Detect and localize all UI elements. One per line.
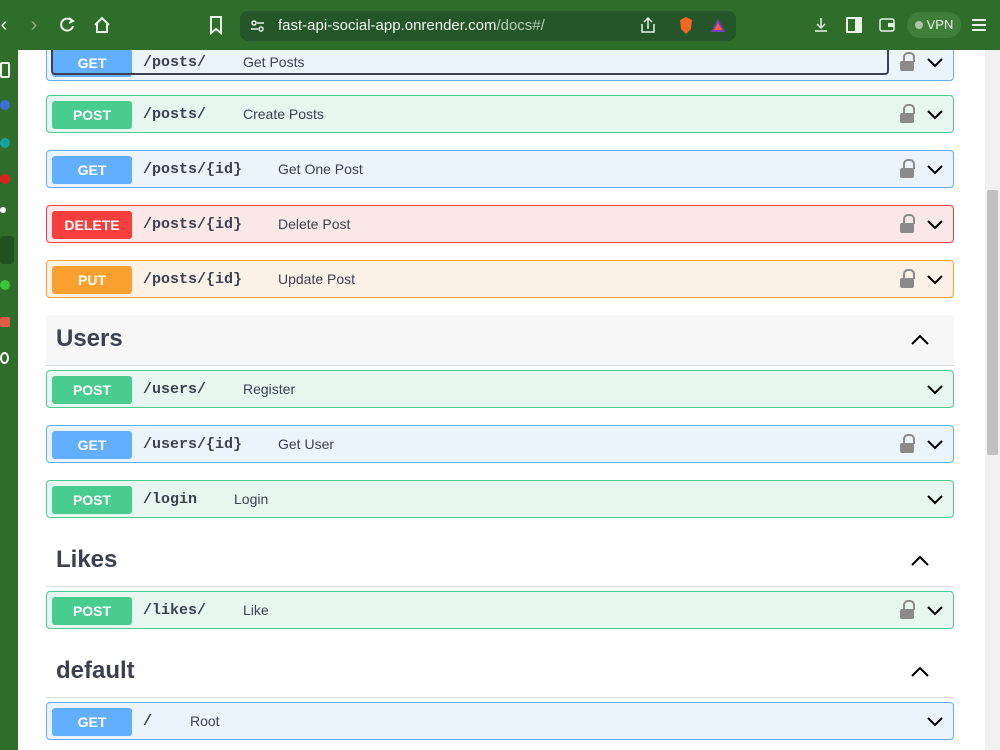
- tag-section-likes[interactable]: Likes: [46, 536, 954, 587]
- tag-title: Likes: [56, 546, 118, 573]
- endpoint-path: /posts/{id}: [143, 161, 243, 178]
- dock-item[interactable]: [0, 207, 6, 213]
- tag-title: default: [56, 657, 135, 684]
- operation-get[interactable]: GET / Root: [46, 702, 954, 740]
- endpoint-path: /posts/{id}: [143, 271, 243, 288]
- tag-section-users[interactable]: Users: [46, 315, 954, 366]
- lock-icon[interactable]: [900, 52, 916, 72]
- reload-icon[interactable]: [55, 13, 79, 37]
- url-host: fast-api-social-app.onrender.com: [278, 17, 497, 34]
- chevron-up-icon[interactable]: [909, 550, 931, 572]
- endpoint-path: /posts/: [143, 54, 207, 71]
- chevron-up-icon[interactable]: [909, 329, 931, 351]
- chevron-up-icon[interactable]: [909, 661, 931, 683]
- tag-title: Users: [56, 325, 123, 352]
- lock-icon[interactable]: [900, 600, 916, 620]
- method-badge: GET: [52, 50, 132, 77]
- endpoint-path: /likes/: [143, 602, 207, 619]
- endpoint-path: /: [143, 713, 153, 730]
- lock-icon[interactable]: [900, 159, 916, 179]
- dock-item[interactable]: [0, 174, 10, 184]
- endpoint-path: /posts/{id}: [143, 216, 243, 233]
- endpoint-path: /users/{id}: [143, 436, 243, 453]
- rewards-icon[interactable]: [706, 14, 730, 38]
- sidebar-icon[interactable]: [842, 13, 866, 37]
- operation-get[interactable]: GET/users/{id} Get User: [46, 425, 954, 463]
- tag-section-default[interactable]: default: [46, 647, 954, 698]
- share-icon[interactable]: [636, 14, 660, 38]
- endpoint-path: /posts/: [143, 106, 207, 123]
- endpoint-summary: Update Post: [278, 271, 356, 287]
- method-badge: POST: [52, 376, 132, 404]
- vpn-status-icon: [914, 21, 923, 29]
- browser-toolbar: ‹ › fast-api-social-app.onrender.com/doc…: [0, 0, 1000, 50]
- endpoint-summary: Get One Post: [278, 161, 363, 177]
- chevron-down-icon[interactable]: [925, 52, 945, 72]
- chevron-down-icon[interactable]: [925, 379, 945, 399]
- lock-icon[interactable]: [900, 434, 916, 454]
- endpoint-summary: Root: [190, 713, 220, 729]
- operation-get[interactable]: GET/posts/Get Posts: [46, 50, 954, 81]
- address-bar[interactable]: fast-api-social-app.onrender.com/docs#/: [240, 11, 736, 41]
- endpoint-summary: Delete Post: [278, 216, 351, 232]
- chevron-down-icon[interactable]: [925, 214, 945, 234]
- method-badge: GET: [52, 156, 132, 184]
- side-dock: [0, 50, 18, 750]
- site-info-icon[interactable]: [246, 14, 270, 38]
- dock-item[interactable]: [0, 280, 10, 290]
- menu-icon[interactable]: [967, 13, 991, 37]
- dock-item-active[interactable]: [0, 236, 14, 264]
- lock-icon[interactable]: [900, 269, 916, 289]
- method-badge: GET: [52, 431, 132, 459]
- endpoint-summary: Get User: [278, 436, 335, 452]
- method-badge: PUT: [52, 266, 132, 294]
- vpn-label: VPN: [926, 17, 954, 32]
- vpn-button[interactable]: VPN: [907, 12, 961, 38]
- chevron-down-icon[interactable]: [925, 159, 945, 179]
- chevron-down-icon[interactable]: [925, 489, 945, 509]
- dock-item[interactable]: [0, 352, 9, 364]
- endpoint-summary: Create Posts: [243, 106, 324, 122]
- download-icon[interactable]: [809, 13, 833, 37]
- method-badge: DELETE: [52, 211, 132, 239]
- operation-post[interactable]: POST/users/Register: [46, 370, 954, 408]
- endpoint-summary: Like: [243, 602, 269, 618]
- dock-item[interactable]: [0, 100, 10, 110]
- method-badge: POST: [52, 597, 132, 625]
- dock-item[interactable]: [0, 62, 10, 78]
- forward-icon[interactable]: ›: [22, 13, 46, 37]
- chevron-down-icon[interactable]: [925, 600, 945, 620]
- home-icon[interactable]: [90, 13, 114, 37]
- dock-item[interactable]: [0, 138, 10, 148]
- chevron-down-icon[interactable]: [925, 711, 945, 731]
- endpoint-summary: Register: [243, 381, 296, 397]
- endpoint-path: /login: [143, 491, 198, 508]
- operation-put[interactable]: PUT/posts/{id} Update Post: [46, 260, 954, 298]
- url-text: fast-api-social-app.onrender.com/docs#/: [278, 17, 545, 34]
- wallet-icon[interactable]: [875, 13, 899, 37]
- operation-delete[interactable]: DELETE/posts/{id} Delete Post: [46, 205, 954, 243]
- scrollbar-thumb[interactable]: [987, 190, 998, 455]
- chevron-down-icon[interactable]: [925, 434, 945, 454]
- endpoint-summary: Get Posts: [243, 54, 305, 70]
- brave-shield-icon[interactable]: [674, 14, 698, 38]
- operation-get[interactable]: GET/posts/{id} Get One Post: [46, 150, 954, 188]
- url-path: /docs#/: [496, 17, 545, 34]
- bookmark-icon[interactable]: [204, 13, 228, 37]
- operation-post[interactable]: POST/likes/Like: [46, 591, 954, 629]
- endpoint-path: /users/: [143, 381, 207, 398]
- method-badge: POST: [52, 101, 132, 129]
- operation-post[interactable]: POST/login Login: [46, 480, 954, 518]
- chevron-down-icon[interactable]: [925, 269, 945, 289]
- lock-icon[interactable]: [900, 104, 916, 124]
- back-icon[interactable]: ‹: [0, 13, 16, 37]
- method-badge: GET: [52, 708, 132, 736]
- chevron-down-icon[interactable]: [925, 104, 945, 124]
- method-badge: POST: [52, 486, 132, 514]
- lock-icon[interactable]: [900, 214, 916, 234]
- dock-item[interactable]: [0, 317, 10, 327]
- endpoint-summary: Login: [234, 491, 269, 507]
- swagger-docs: GET/posts/Get Posts POST/posts/Create Pos…: [18, 50, 985, 750]
- operation-post[interactable]: POST/posts/Create Posts: [46, 95, 954, 133]
